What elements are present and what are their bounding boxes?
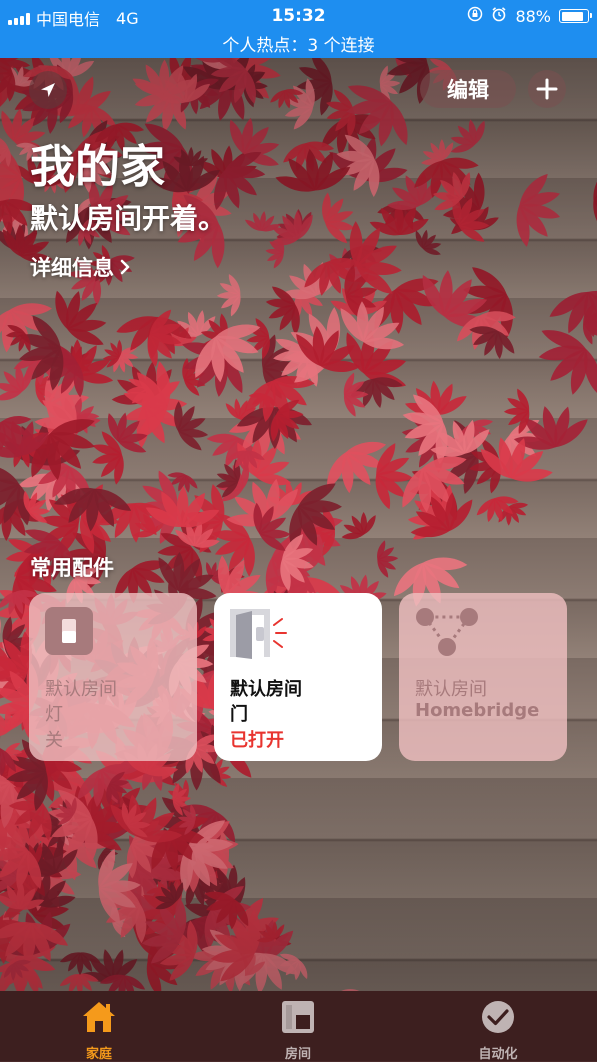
accessory-tile-homebridge[interactable]: 默认房间 Homebridge: [399, 593, 567, 761]
rooms-icon: [282, 1001, 314, 1033]
tile-room-label: 默认房间: [415, 679, 487, 700]
tab-home[interactable]: 家庭: [39, 991, 159, 1062]
light-switch-icon: [45, 607, 93, 659]
tab-rooms[interactable]: 房间: [238, 991, 358, 1062]
accessory-tile-light[interactable]: 默认房间 灯 关: [29, 593, 197, 761]
details-label: 详细信息: [30, 256, 114, 280]
tile-state: 关: [45, 730, 63, 751]
tile-accessory-name: Homebridge: [415, 700, 540, 721]
tab-label: 房间: [284, 1047, 311, 1062]
tile-state: 已打开: [230, 730, 284, 751]
automation-icon: [482, 1001, 514, 1033]
hub-icon: [415, 607, 479, 661]
accessory-tile-door[interactable]: 默认房间 门 已打开: [214, 593, 382, 761]
add-button[interactable]: [528, 70, 566, 108]
status-bar: 中国电信 4G 15:32 88% 个人热点：3 个连接: [0, 0, 597, 58]
tile-room-label: 默认房间: [45, 679, 117, 700]
alarm-clock-icon: [491, 6, 507, 26]
tab-automation[interactable]: 自动化: [438, 991, 558, 1062]
location-arrow-icon: [41, 83, 55, 97]
location-button[interactable]: [29, 71, 67, 109]
details-link[interactable]: 详细信息: [30, 252, 130, 282]
tab-bar: 家庭 房间 自动化: [0, 991, 597, 1062]
rotation-lock-icon: [467, 6, 483, 26]
battery-percent: 88%: [515, 6, 551, 26]
home-status-summary: 默认房间开着。: [30, 202, 227, 235]
tile-accessory-name: 灯: [45, 704, 63, 725]
tab-label: 家庭: [85, 1047, 112, 1062]
battery-icon: [559, 9, 592, 23]
edit-button[interactable]: 编辑: [420, 70, 516, 108]
plus-icon: [536, 78, 558, 100]
favorites-section-title: 常用配件: [30, 556, 114, 580]
tile-room-label: 默认房间: [230, 679, 302, 700]
home-title: 我的家: [30, 140, 166, 193]
house-icon: [83, 1002, 115, 1032]
chevron-right-icon: [120, 259, 130, 275]
door-open-icon: [230, 607, 290, 663]
hotspot-banner[interactable]: 个人热点：3 个连接: [0, 31, 597, 56]
tile-accessory-name: 门: [230, 704, 248, 725]
tab-label: 自动化: [478, 1047, 518, 1062]
